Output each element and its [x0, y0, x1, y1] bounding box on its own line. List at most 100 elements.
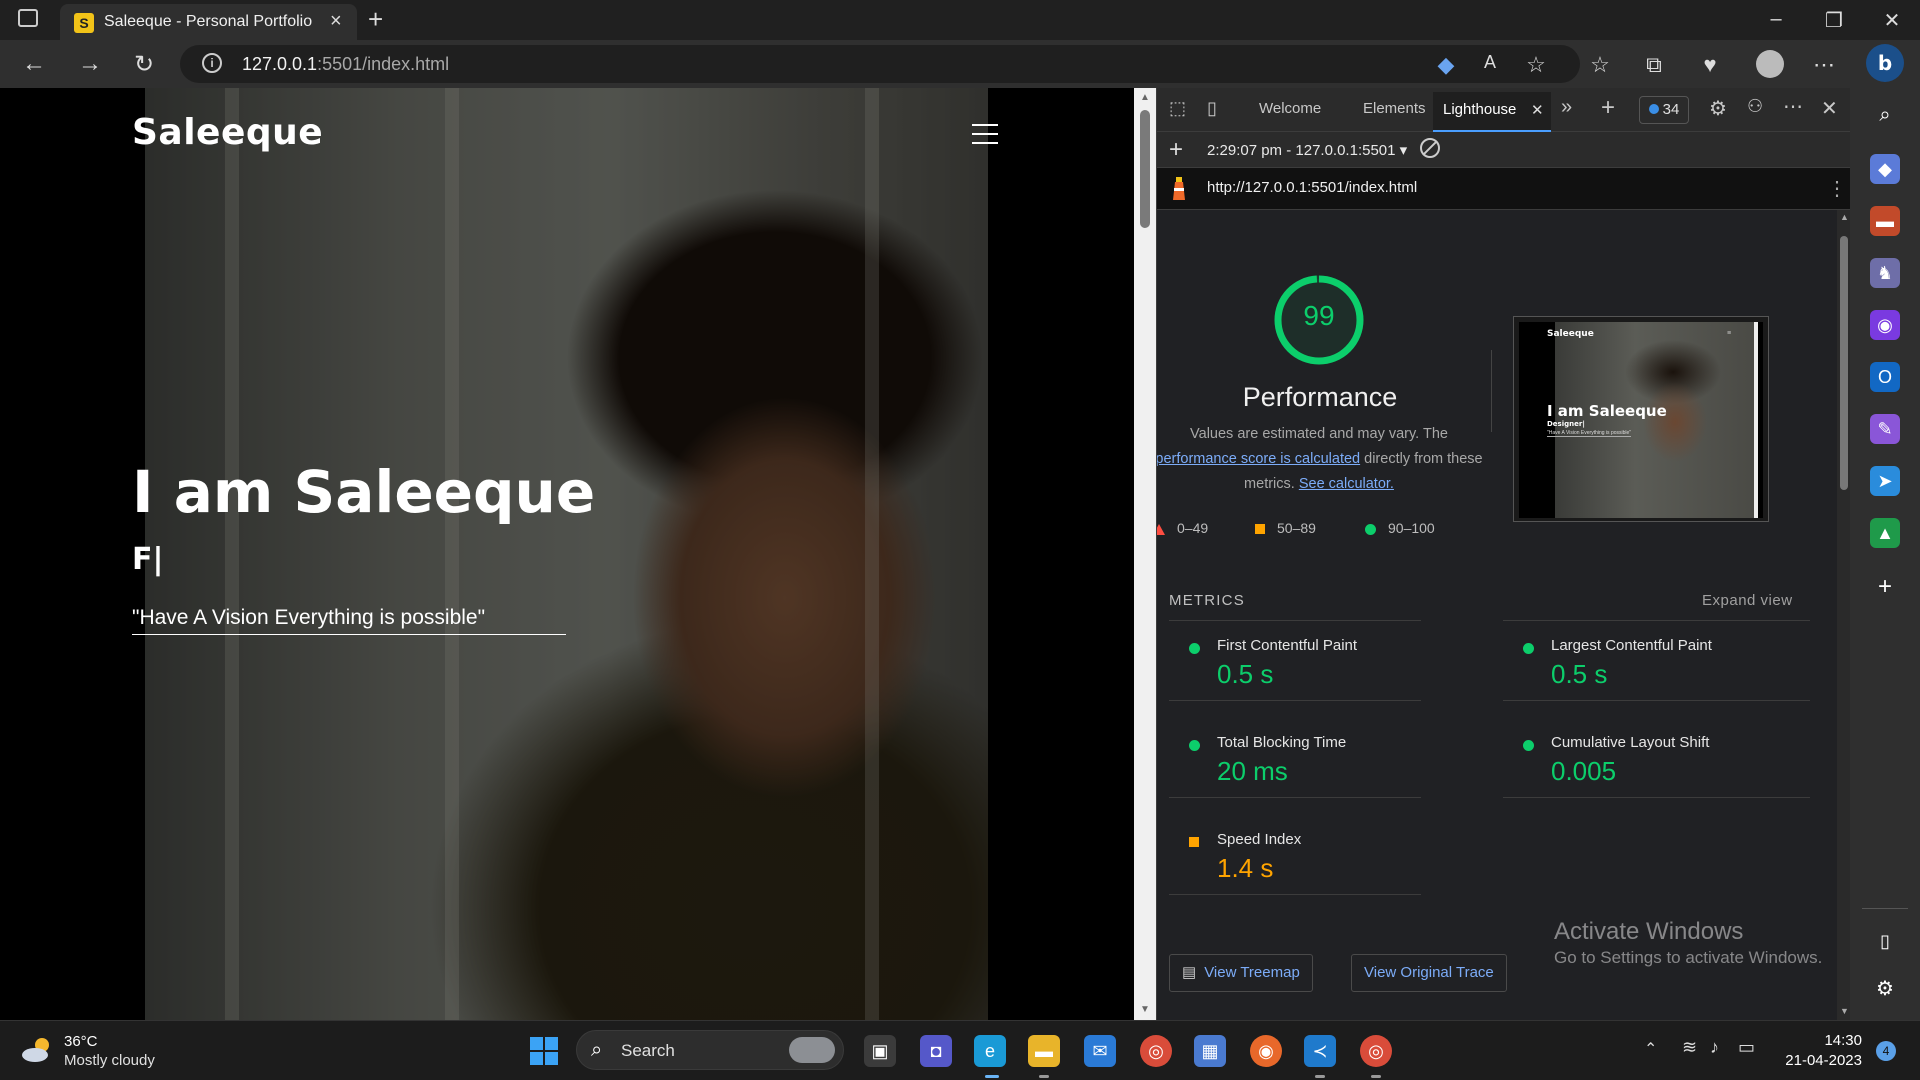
photo-overlay — [145, 88, 988, 1020]
close-devtools-icon[interactable]: ✕ — [1821, 96, 1838, 121]
score-calculated-link[interactable]: performance score is calculated — [1157, 451, 1360, 467]
file-explorer-icon[interactable]: ▬ — [1028, 1035, 1060, 1067]
back-icon[interactable]: ← — [16, 50, 52, 78]
devtools-panel: ⬚ ▯ Welcome Elements Lighthouse ✕ » + 34… — [1156, 88, 1851, 1020]
show-hidden-icons-icon[interactable]: ⌃ — [1644, 1039, 1657, 1059]
restore-icon[interactable]: ❐ — [1814, 8, 1854, 33]
tab-welcome[interactable]: Welcome — [1259, 100, 1321, 117]
scroll-down-icon[interactable]: ▼ — [1840, 1006, 1849, 1016]
clock[interactable]: 14:30 21-04-2023 — [1782, 1031, 1862, 1071]
tab-close-icon[interactable]: × — [330, 10, 342, 33]
scrollbar-thumb[interactable] — [1140, 110, 1150, 228]
issues-counter[interactable]: 34 — [1639, 96, 1689, 124]
new-tab-button[interactable]: + — [368, 4, 383, 35]
pass-circle-icon — [1365, 523, 1376, 535]
games-icon[interactable]: ♞ — [1870, 258, 1900, 288]
search-icon[interactable]: ⌕ — [1870, 100, 1900, 130]
shopping-icon[interactable]: ◆ — [1870, 154, 1900, 184]
add-tool-icon[interactable]: + — [1601, 94, 1615, 122]
edge-taskbar-icon[interactable]: e — [974, 1035, 1006, 1067]
tab-actions-icon[interactable] — [18, 9, 38, 27]
feedback-icon[interactable]: ⚇ — [1747, 96, 1763, 117]
hero-title: I am Saleeque — [132, 458, 596, 526]
profile-avatar[interactable] — [1756, 50, 1784, 78]
drop-icon[interactable]: ▲ — [1870, 518, 1900, 548]
final-screenshot[interactable]: Saleeque ≡ I am Saleeque Designer| "Have… — [1513, 316, 1769, 522]
sidebar-settings-icon[interactable]: ⚙ — [1870, 974, 1900, 1004]
task-view-icon[interactable]: ▣ — [864, 1035, 896, 1067]
refresh-icon[interactable]: ↻ — [126, 50, 162, 79]
legend-average: 50–89 — [1255, 520, 1316, 536]
address-bar[interactable]: i 127.0.0.1:5501/index.html ◆ A ☆ — [180, 45, 1580, 83]
add-sidebar-app-icon[interactable]: + — [1870, 572, 1900, 602]
wifi-icon[interactable]: ≋ — [1682, 1037, 1697, 1058]
settings-more-icon[interactable]: ⋯ — [1808, 52, 1840, 78]
minimize-icon[interactable]: – — [1756, 8, 1796, 31]
chrome-icon[interactable]: ◎ — [1140, 1035, 1172, 1067]
tab-elements[interactable]: Elements — [1363, 100, 1426, 117]
score-note: Values are estimated and may vary. The p… — [1157, 426, 1483, 492]
view-trace-button[interactable]: View Original Trace — [1351, 954, 1507, 992]
scroll-up-icon[interactable]: ▲ — [1140, 92, 1150, 103]
add-favorite-icon[interactable]: ☆ — [1520, 52, 1552, 78]
tab-lighthouse[interactable]: Lighthouse ✕ — [1433, 92, 1551, 132]
taskbar-search[interactable]: ⌕ Search — [576, 1030, 844, 1070]
hide-sidebar-icon[interactable]: ▯ — [1870, 926, 1900, 956]
report-scrollbar[interactable]: ▲ ▼ — [1837, 210, 1851, 1020]
coupon-icon[interactable]: ◆ — [1430, 52, 1462, 78]
outlook-icon[interactable]: O — [1870, 362, 1900, 392]
battery-icon[interactable]: ▭ — [1738, 1037, 1755, 1058]
device-toolbar-icon[interactable]: ▯ — [1207, 98, 1217, 119]
report-selector[interactable]: 2:29:07 pm - 127.0.0.1:5501 ▾ — [1207, 141, 1407, 159]
report-url-bar: http://127.0.0.1:5501/index.html ⋮ — [1157, 168, 1851, 210]
scrollbar-thumb[interactable] — [1840, 236, 1848, 490]
browser-tab[interactable]: S Saleeque - Personal Portfolio × — [60, 4, 357, 40]
clear-reports-icon[interactable] — [1420, 138, 1440, 158]
tools-icon[interactable]: ▬ — [1870, 206, 1900, 236]
site-logo[interactable]: Saleeque — [132, 112, 323, 153]
collections-icon[interactable]: ⧉ — [1638, 52, 1670, 78]
address-url[interactable]: 127.0.0.1:5501/index.html — [242, 54, 449, 75]
divider — [1503, 620, 1810, 621]
favorites-icon[interactable]: ☆ — [1584, 52, 1616, 78]
expand-view-toggle[interactable]: Expand view — [1702, 592, 1793, 609]
tab-favicon-icon: S — [74, 13, 94, 33]
more-tabs-icon[interactable]: » — [1561, 96, 1572, 119]
calculator-icon[interactable]: ▦ — [1194, 1035, 1226, 1067]
report-menu-icon[interactable]: ⋮ — [1827, 176, 1847, 201]
legend-pass: 90–100 — [1365, 520, 1435, 536]
page-viewport: Saleeque I am Saleeque F| "Have A Vision… — [0, 88, 1134, 1020]
telegram-icon[interactable]: ➤ — [1870, 466, 1900, 496]
designer-icon[interactable]: ✎ — [1870, 414, 1900, 444]
view-treemap-button[interactable]: ▤ View Treemap — [1169, 954, 1313, 992]
scroll-up-icon[interactable]: ▲ — [1840, 212, 1849, 222]
chrome-profile-icon[interactable]: ◎ — [1360, 1035, 1392, 1067]
notification-badge[interactable]: 4 — [1876, 1041, 1896, 1061]
legend-fail: 0–49 — [1157, 520, 1208, 536]
scroll-down-icon[interactable]: ▼ — [1140, 1004, 1150, 1015]
forward-icon[interactable]: → — [72, 50, 108, 78]
copilot-icon[interactable]: b — [1866, 44, 1904, 82]
office-icon[interactable]: ◉ — [1870, 310, 1900, 340]
new-report-icon[interactable]: + — [1169, 136, 1183, 164]
see-calculator-link[interactable]: See calculator. — [1299, 476, 1394, 492]
inspect-icon[interactable]: ⬚ — [1169, 98, 1186, 119]
gear-icon[interactable]: ⚙ — [1709, 96, 1727, 121]
start-icon[interactable] — [530, 1037, 558, 1065]
read-aloud-icon[interactable]: A — [1474, 52, 1506, 73]
browser-essentials-icon[interactable]: ♥ — [1694, 52, 1726, 78]
average-square-icon — [1189, 837, 1199, 847]
close-window-icon[interactable]: ✕ — [1872, 8, 1912, 33]
hamburger-menu-icon[interactable] — [972, 124, 998, 144]
teams-chat-icon[interactable]: ◘ — [920, 1035, 952, 1067]
volume-icon[interactable]: ♪ — [1710, 1037, 1719, 1058]
site-info-icon[interactable]: i — [202, 53, 222, 73]
firefox-icon[interactable]: ◉ — [1250, 1035, 1282, 1067]
preview-menu-icon: ≡ — [1727, 330, 1732, 337]
vscode-icon[interactable]: ≺ — [1304, 1035, 1336, 1067]
more-options-icon[interactable]: ⋯ — [1783, 94, 1803, 119]
pass-circle-icon — [1189, 643, 1200, 654]
page-scrollbar[interactable]: ▲ ▼ — [1134, 88, 1156, 1020]
mail-icon[interactable]: ✉ — [1084, 1035, 1116, 1067]
tab-close-icon[interactable]: ✕ — [1531, 101, 1544, 119]
